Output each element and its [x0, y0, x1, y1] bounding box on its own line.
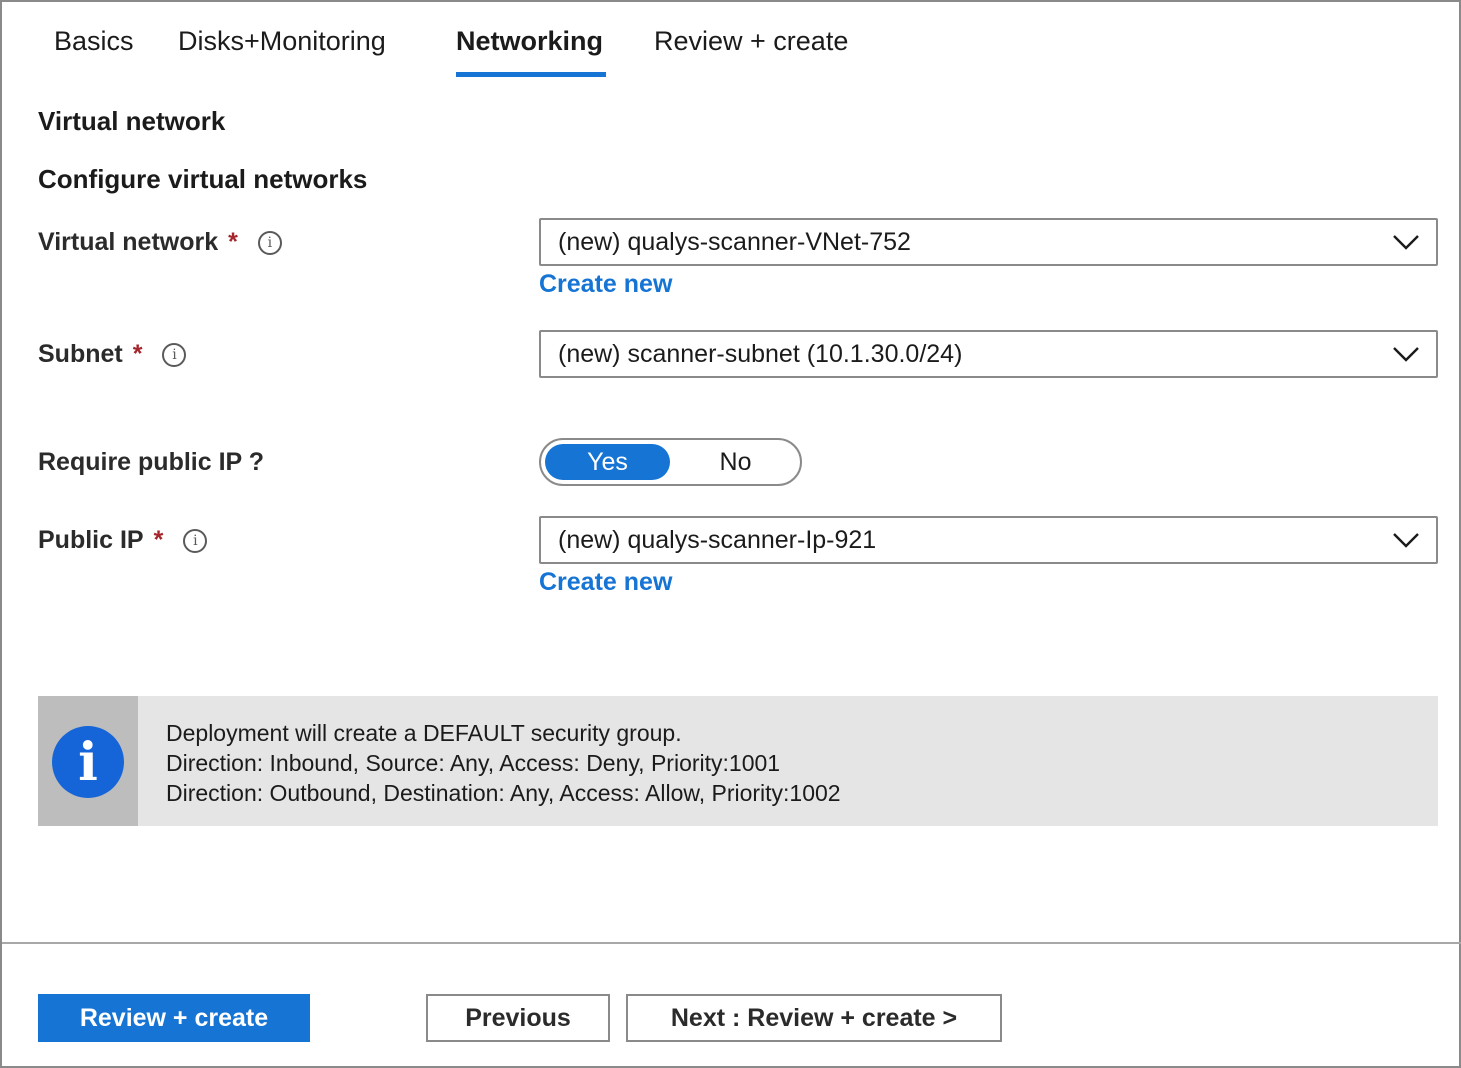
chevron-down-icon	[1393, 347, 1419, 362]
virtual-network-create-new-link[interactable]: Create new	[539, 270, 672, 299]
security-group-info-box: i Deployment will create a DEFAULT secur…	[38, 696, 1438, 826]
subnet-label-text: Subnet	[38, 340, 123, 368]
toggle-option-no[interactable]: No	[673, 444, 798, 480]
public-ip-value: (new) qualys-scanner-Ip-921	[558, 525, 877, 554]
public-ip-label-text: Public IP	[38, 526, 144, 554]
active-tab-indicator	[456, 72, 606, 77]
section-subtitle: Configure virtual networks	[38, 164, 368, 194]
virtual-network-label: Virtual network * i	[38, 228, 282, 257]
subnet-label: Subnet * i	[38, 340, 187, 369]
public-ip-create-new-link[interactable]: Create new	[539, 568, 672, 597]
require-public-ip-label: Require public IP ?	[38, 448, 264, 477]
info-box-text: Deployment will create a DEFAULT securit…	[166, 718, 841, 808]
public-ip-label: Public IP * i	[38, 526, 208, 555]
info-line: Direction: Outbound, Destination: Any, A…	[166, 780, 841, 806]
info-icon[interactable]: i	[257, 230, 282, 255]
required-marker: *	[228, 228, 238, 256]
required-marker: *	[153, 526, 164, 554]
review-create-button[interactable]: Review + create	[38, 994, 310, 1042]
subnet-dropdown[interactable]: (new) scanner-subnet (10.1.30.0/24)	[539, 330, 1438, 378]
subnet-value: (new) scanner-subnet (10.1.30.0/24)	[558, 339, 963, 368]
tab-basics[interactable]: Basics	[54, 26, 134, 76]
toggle-option-yes[interactable]: Yes	[545, 444, 670, 480]
previous-button[interactable]: Previous	[426, 994, 610, 1042]
info-line: Direction: Inbound, Source: Any, Access:…	[166, 750, 781, 776]
virtual-network-dropdown[interactable]: (new) qualys-scanner-VNet-752	[539, 218, 1438, 266]
chevron-down-icon	[1393, 533, 1419, 548]
tab-disks-monitoring[interactable]: Disks+Monitoring	[178, 26, 386, 76]
info-line: Deployment will create a DEFAULT securit…	[166, 720, 682, 746]
public-ip-dropdown[interactable]: (new) qualys-scanner-Ip-921	[539, 516, 1438, 564]
virtual-network-value: (new) qualys-scanner-VNet-752	[558, 227, 911, 256]
wizard-panel: Basics Disks+Monitoring Networking Revie…	[0, 0, 1461, 1068]
info-icon[interactable]: i	[183, 528, 208, 553]
section-title: Virtual network	[38, 106, 226, 136]
tab-networking[interactable]: Networking	[456, 26, 603, 76]
info-circle-icon: i	[52, 726, 124, 798]
require-public-ip-label-text: Require public IP ?	[38, 448, 264, 476]
info-icon[interactable]: i	[162, 342, 187, 367]
chevron-down-icon	[1393, 235, 1419, 250]
footer-divider	[2, 942, 1461, 944]
next-review-create-button[interactable]: Next : Review + create >	[626, 994, 1002, 1042]
info-box-side: i	[38, 696, 138, 826]
tab-review-create[interactable]: Review + create	[654, 26, 848, 76]
virtual-network-label-text: Virtual network	[38, 228, 219, 256]
require-public-ip-toggle: Yes No	[539, 438, 802, 486]
required-marker: *	[132, 340, 143, 368]
